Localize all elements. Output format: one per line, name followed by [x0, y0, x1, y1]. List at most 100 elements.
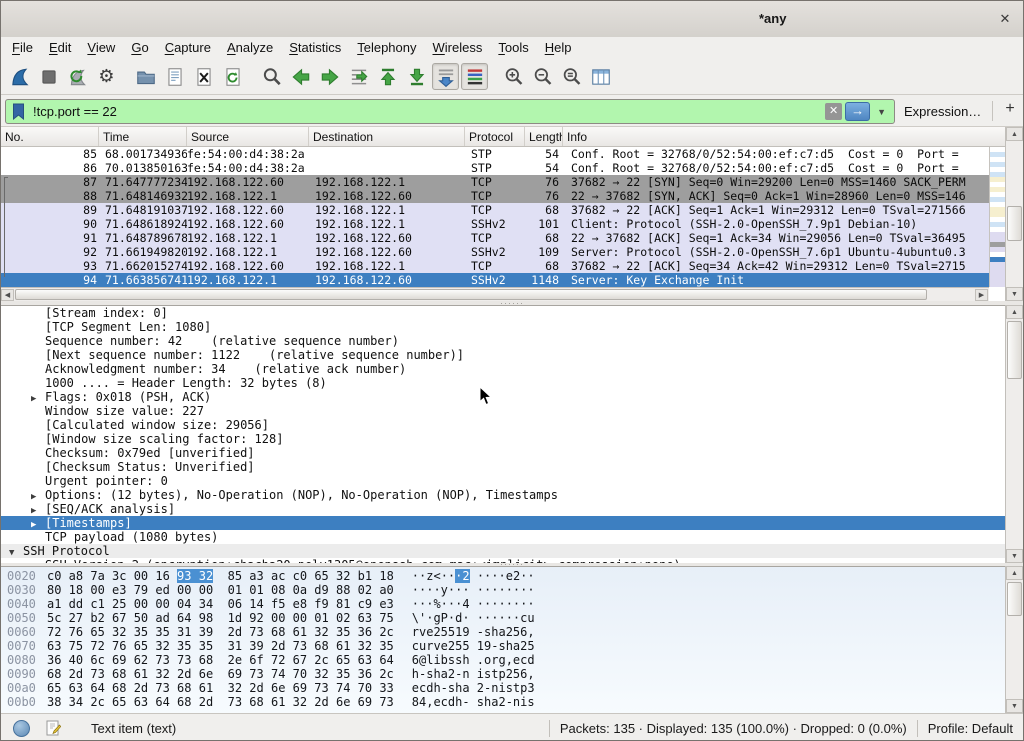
resize-columns-button[interactable] [587, 63, 614, 90]
packet-row-85[interactable]: 8568.001734936fe:54:00:d4:38:2aSTP54Conf… [1, 147, 989, 161]
hex-row-0040[interactable]: 0040a1 dd c1 25 00 00 04 34 06 14 f5 e8 … [1, 597, 1023, 611]
colorize-button[interactable] [461, 63, 488, 90]
filter-bookmark-icon[interactable] [12, 103, 25, 120]
detail-row[interactable]: ▶[Timestamps] [1, 516, 1023, 530]
menu-file[interactable]: File [4, 38, 41, 58]
menu-statistics[interactable]: Statistics [281, 38, 349, 58]
capture-options-button[interactable]: ⚙ [93, 63, 120, 90]
go-first-button[interactable] [374, 63, 401, 90]
detail-row[interactable]: TCP payload (1080 bytes) [1, 530, 1023, 544]
zoom-out-button[interactable] [529, 63, 556, 90]
scroll-up-icon[interactable]: ▲ [1006, 566, 1023, 580]
display-filter-input[interactable]: !tcp.port == 22 ✕ → ▼ [5, 99, 895, 124]
expression-button[interactable]: Expression… [904, 104, 981, 119]
packet-list-vscrollbar[interactable]: ▲ ▼ [1005, 127, 1023, 301]
hscroll-thumb[interactable] [15, 289, 927, 300]
detail-row[interactable]: Window size value: 227 [1, 404, 1023, 418]
packet-row-93[interactable]: 9371.662015274192.168.122.60192.168.122.… [1, 259, 989, 273]
menu-go[interactable]: Go [123, 38, 156, 58]
go-last-button[interactable] [403, 63, 430, 90]
close-icon[interactable]: ✕ [995, 10, 1015, 28]
save-file-button[interactable] [161, 63, 188, 90]
detail-row[interactable]: ▶[SEQ/ACK analysis] [1, 502, 1023, 516]
packet-row-89[interactable]: 8971.648191037192.168.122.60192.168.122.… [1, 203, 989, 217]
stop-capture-button[interactable] [35, 63, 62, 90]
scroll-right-icon[interactable]: ▶ [975, 289, 988, 301]
title-bar[interactable]: *any ✕ [1, 1, 1023, 38]
zoom-in-button[interactable] [500, 63, 527, 90]
detail-row[interactable]: [Window size scaling factor: 128] [1, 432, 1023, 446]
detail-row[interactable]: [Stream index: 0] [1, 306, 1023, 320]
hex-row-0030[interactable]: 003080 18 00 e3 79 ed 00 00 01 01 08 0a … [1, 583, 1023, 597]
expert-info-icon[interactable] [13, 720, 30, 737]
packet-row-91[interactable]: 9171.648789678192.168.122.1192.168.122.6… [1, 231, 989, 245]
filter-clear-icon[interactable]: ✕ [825, 103, 842, 120]
column-header-destination[interactable]: Destination [309, 127, 465, 146]
hex-row-0090[interactable]: 009068 2d 73 68 61 32 2d 6e 69 73 74 70 … [1, 667, 1023, 681]
scroll-left-icon[interactable]: ◀ [1, 289, 14, 301]
packet-row-87[interactable]: 8771.647777234192.168.122.60192.168.122.… [1, 175, 989, 189]
menu-edit[interactable]: Edit [41, 38, 79, 58]
filter-dropdown-icon[interactable]: ▼ [877, 107, 886, 117]
column-header-no[interactable]: No. [1, 127, 99, 146]
expand-down-icon[interactable]: ▼ [9, 546, 23, 560]
packet-row-90[interactable]: 9071.648618924192.168.122.60192.168.122.… [1, 217, 989, 231]
column-header-protocol[interactable]: Protocol [465, 127, 525, 146]
detail-row[interactable]: [Checksum Status: Unverified] [1, 460, 1023, 474]
scroll-down-icon[interactable]: ▼ [1006, 287, 1023, 301]
column-header-time[interactable]: Time [99, 127, 187, 146]
menu-view[interactable]: View [79, 38, 123, 58]
detail-row[interactable]: Checksum: 0x79ed [unverified] [1, 446, 1023, 460]
add-filter-button[interactable]: + [1001, 100, 1019, 118]
scroll-up-icon[interactable]: ▲ [1006, 127, 1023, 141]
hex-row-00a0[interactable]: 00a065 63 64 68 2d 73 68 61 32 2d 6e 69 … [1, 681, 1023, 695]
menu-tools[interactable]: Tools [490, 38, 536, 58]
vscroll-thumb[interactable] [1007, 321, 1022, 379]
detail-row[interactable]: [Next sequence number: 1122 (relative se… [1, 348, 1023, 362]
capture-comment-icon[interactable] [46, 720, 61, 736]
packet-row-94[interactable]: 9471.663856741192.168.122.1192.168.122.6… [1, 273, 989, 287]
detail-row[interactable]: Sequence number: 42 (relative sequence n… [1, 334, 1023, 348]
packet-row-92[interactable]: 9271.661949820192.168.122.1192.168.122.6… [1, 245, 989, 259]
zoom-original-button[interactable] [558, 63, 585, 90]
column-header-info[interactable]: Info [563, 127, 1007, 146]
detail-row[interactable]: ▶Options: (12 bytes), No-Operation (NOP)… [1, 488, 1023, 502]
start-capture-button[interactable] [6, 63, 33, 90]
detail-row[interactable]: ▶Flags: 0x018 (PSH, ACK) [1, 390, 1023, 404]
menu-telephony[interactable]: Telephony [349, 38, 424, 58]
menu-capture[interactable]: Capture [157, 38, 219, 58]
profile-status[interactable]: Profile: Default [928, 721, 1013, 736]
menu-analyze[interactable]: Analyze [219, 38, 281, 58]
menu-help[interactable]: Help [537, 38, 580, 58]
packet-list-hscrollbar[interactable]: ◀ ▶ [1, 287, 989, 301]
detail-row[interactable]: [Calculated window size: 29056] [1, 418, 1023, 432]
hex-row-0070[interactable]: 007063 75 72 76 65 32 35 35 31 39 2d 73 … [1, 639, 1023, 653]
restart-capture-button[interactable] [64, 63, 91, 90]
go-forward-button[interactable] [316, 63, 343, 90]
close-file-button[interactable] [190, 63, 217, 90]
packet-row-86[interactable]: 8670.013850163fe:54:00:d4:38:2aSTP54Conf… [1, 161, 989, 175]
vscroll-thumb[interactable] [1007, 582, 1022, 616]
hex-row-0020[interactable]: 0020c0 a8 7a 3c 00 16 93 32 85 a3 ac c0 … [1, 569, 1023, 583]
go-back-button[interactable] [287, 63, 314, 90]
scroll-up-icon[interactable]: ▲ [1006, 305, 1023, 319]
vscroll-thumb[interactable] [1007, 206, 1022, 241]
column-header-source[interactable]: Source [187, 127, 309, 146]
hex-row-0060[interactable]: 006072 76 65 32 35 35 31 39 2d 73 68 61 … [1, 625, 1023, 639]
go-to-packet-button[interactable] [345, 63, 372, 90]
packet-row-88[interactable]: 8871.648146932192.168.122.1192.168.122.6… [1, 189, 989, 203]
details-vscrollbar[interactable]: ▲ ▼ [1005, 305, 1023, 563]
auto-scroll-button[interactable] [432, 63, 459, 90]
open-file-button[interactable] [132, 63, 159, 90]
hex-vscrollbar[interactable]: ▲ ▼ [1005, 566, 1023, 713]
menu-wireless[interactable]: Wireless [425, 38, 491, 58]
filter-apply-icon[interactable]: → [845, 102, 870, 121]
scroll-down-icon[interactable]: ▼ [1006, 549, 1023, 563]
filter-text[interactable]: !tcp.port == 22 [33, 104, 825, 119]
hex-row-00b0[interactable]: 00b038 34 2c 65 63 64 68 2d 73 68 61 32 … [1, 695, 1023, 709]
detail-row[interactable]: Urgent pointer: 0 [1, 474, 1023, 488]
scroll-down-icon[interactable]: ▼ [1006, 699, 1023, 713]
detail-row[interactable]: Acknowledgment number: 34 (relative ack … [1, 362, 1023, 376]
detail-row[interactable]: [TCP Segment Len: 1080] [1, 320, 1023, 334]
column-header-length[interactable]: Length [525, 127, 563, 146]
